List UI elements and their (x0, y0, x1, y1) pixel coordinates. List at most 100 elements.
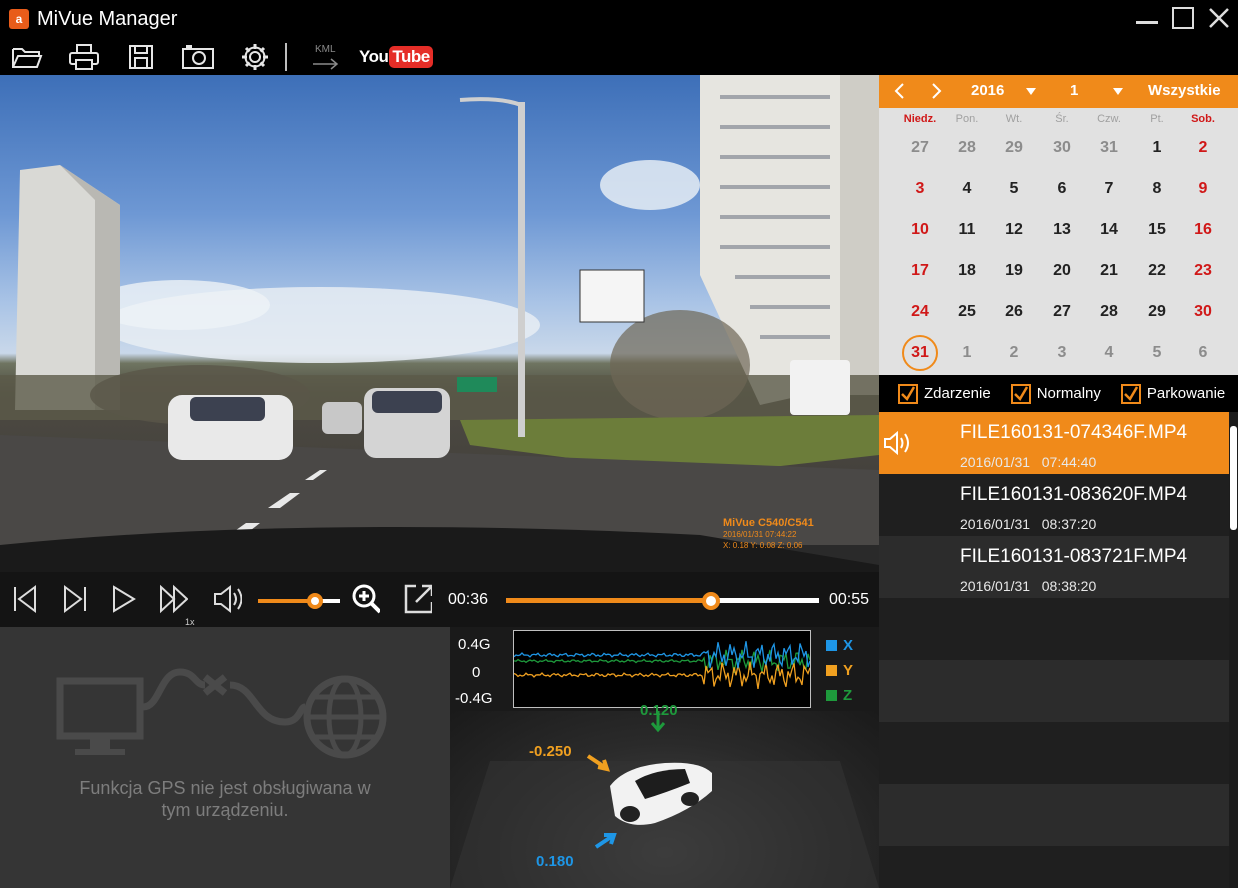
arrow-right-icon (313, 57, 339, 70)
overlay-model: MiVue C540/C541 (723, 517, 814, 529)
calendar-day[interactable]: 7 (1086, 180, 1132, 198)
calendar-day[interactable]: 5 (1134, 344, 1180, 362)
calendar-day[interactable]: 13 (1039, 221, 1085, 239)
calendar-day[interactable]: 29 (1134, 303, 1180, 321)
skip-previous-icon (14, 585, 36, 613)
calendar-day[interactable]: 28 (1086, 303, 1132, 321)
calendar-day[interactable]: 27 (1039, 303, 1085, 321)
file-list-item[interactable]: FILE160131-083721F.MP4 2016/01/31 08:38:2… (879, 536, 1229, 598)
overlay-datetime: 2016/01/31 07:44:22 (723, 530, 797, 539)
seek-bar[interactable] (506, 592, 819, 610)
play-button[interactable] (108, 584, 138, 614)
calendar-day[interactable]: 6 (1039, 180, 1085, 198)
calendar-day[interactable]: 18 (944, 262, 990, 280)
close-button[interactable] (1206, 4, 1232, 32)
calendar-day[interactable]: 11 (944, 221, 990, 239)
calendar-day[interactable]: 31 (1086, 139, 1132, 157)
calendar-day[interactable]: 20 (1039, 262, 1085, 280)
calendar-day[interactable]: 3 (1039, 344, 1085, 362)
show-all-button[interactable]: Wszystkie (1148, 82, 1221, 99)
filter-normalny[interactable]: Normalny (1010, 383, 1101, 404)
kml-export-button[interactable]: KML (309, 42, 343, 72)
gsensor-value-x: 0.180 (536, 853, 574, 870)
file-timestamp: 2016/01/31 08:37:20 (960, 516, 1097, 532)
youtube-upload-button[interactable]: You Tube (359, 45, 433, 68)
calendar-day[interactable]: 15 (1134, 221, 1180, 239)
open-folder-button[interactable] (10, 42, 44, 72)
calendar-day[interactable]: 29 (991, 139, 1037, 157)
minimize-button[interactable] (1134, 4, 1160, 32)
calendar-day[interactable]: 3 (897, 180, 943, 198)
file-name: FILE160131-083721F.MP4 (960, 546, 1188, 567)
settings-button[interactable] (238, 42, 272, 72)
checkbox[interactable] (1120, 383, 1141, 404)
player-controls: 1x 00:36 00:55 (0, 572, 879, 627)
close-icon (1209, 8, 1229, 28)
filter-label: Normalny (1036, 385, 1101, 402)
calendar-day[interactable]: 16 (1180, 221, 1226, 239)
calendar-day[interactable]: 27 (897, 139, 943, 157)
calendar-day[interactable]: 5 (991, 180, 1037, 198)
file-list-item[interactable]: FILE160131-074346F.MP4 2016/01/31 07:44:4… (879, 412, 1229, 474)
calendar-day[interactable]: 4 (1086, 344, 1132, 362)
zoom-button[interactable] (350, 584, 380, 614)
fullscreen-button[interactable] (402, 584, 432, 614)
calendar-day[interactable]: 25 (944, 303, 990, 321)
weekday-header: Pt. (1150, 113, 1164, 125)
calendar-day[interactable]: 4 (944, 180, 990, 198)
calendar-day[interactable]: 12 (991, 221, 1037, 239)
maximize-button[interactable] (1170, 4, 1196, 32)
minimize-icon (1136, 21, 1158, 24)
calendar-day[interactable]: 28 (944, 139, 990, 157)
calendar-day[interactable]: 8 (1134, 180, 1180, 198)
next-month-button[interactable] (929, 81, 943, 105)
calendar-day[interactable]: 1 (944, 344, 990, 362)
calendar-day[interactable]: 30 (1039, 139, 1085, 157)
print-button[interactable] (67, 42, 101, 72)
calendar-day[interactable]: 10 (897, 221, 943, 239)
checkbox[interactable] (898, 383, 918, 404)
folder-icon (12, 47, 43, 68)
calendar-day[interactable]: 19 (991, 262, 1037, 280)
save-button[interactable] (124, 42, 158, 72)
calendar-day[interactable]: 23 (1180, 262, 1226, 280)
next-frame-button[interactable] (60, 584, 90, 614)
current-time: 00:36 (448, 591, 489, 608)
seek-knob[interactable] (702, 592, 720, 610)
calendar-day[interactable]: 24 (897, 303, 943, 321)
calendar-day[interactable]: 6 (1180, 344, 1226, 362)
calendar-day[interactable]: 22 (1134, 262, 1180, 280)
year-select[interactable]: 2016 (971, 82, 1004, 99)
calendar-day[interactable]: 2 (1180, 139, 1226, 157)
gsensor-value-y: -0.250 (529, 743, 572, 760)
scrollbar-thumb[interactable] (1230, 426, 1237, 530)
calendar-day[interactable]: 26 (991, 303, 1037, 321)
calendar-day[interactable]: 21 (1086, 262, 1132, 280)
youtube-logo-you: You (359, 46, 389, 66)
calendar-day[interactable]: 30 (1180, 303, 1226, 321)
snapshot-button[interactable] (181, 42, 215, 72)
calendar-day[interactable]: 14 (1086, 221, 1132, 239)
month-select[interactable]: 1 (1070, 82, 1078, 99)
previous-button[interactable] (10, 584, 40, 614)
file-type-filters: Zdarzenie Normalny Parkowanie (879, 375, 1238, 412)
calendar-day[interactable]: 17 (897, 262, 943, 280)
volume-slider[interactable] (258, 593, 340, 609)
weekday-header: Pon. (955, 113, 979, 125)
calendar-day[interactable]: 9 (1180, 180, 1226, 198)
checkbox[interactable] (1010, 383, 1031, 404)
file-list-item[interactable]: FILE160131-083620F.MP4 2016/01/31 08:37:2… (879, 474, 1229, 536)
fast-forward-button[interactable] (158, 584, 188, 614)
toolbar: KML You Tube (0, 38, 1238, 75)
calendar-header: 2016 1 Wszystkie (879, 75, 1238, 108)
volume-knob[interactable] (307, 593, 324, 609)
filter-parkowanie[interactable]: Parkowanie (1120, 383, 1225, 404)
calendar-day[interactable]: 2 (991, 344, 1037, 362)
calendar-day[interactable]: 1 (1134, 139, 1180, 157)
video-player[interactable]: MiVue C540/C541 2016/01/31 07:44:22 X: 0… (0, 75, 879, 572)
volume-button[interactable] (212, 584, 242, 614)
file-list-scrollbar[interactable] (1229, 412, 1238, 888)
title-bar: a MiVue Manager (0, 0, 1238, 38)
filter-zdarzenie[interactable]: Zdarzenie (898, 383, 991, 404)
prev-month-button[interactable] (893, 81, 907, 105)
